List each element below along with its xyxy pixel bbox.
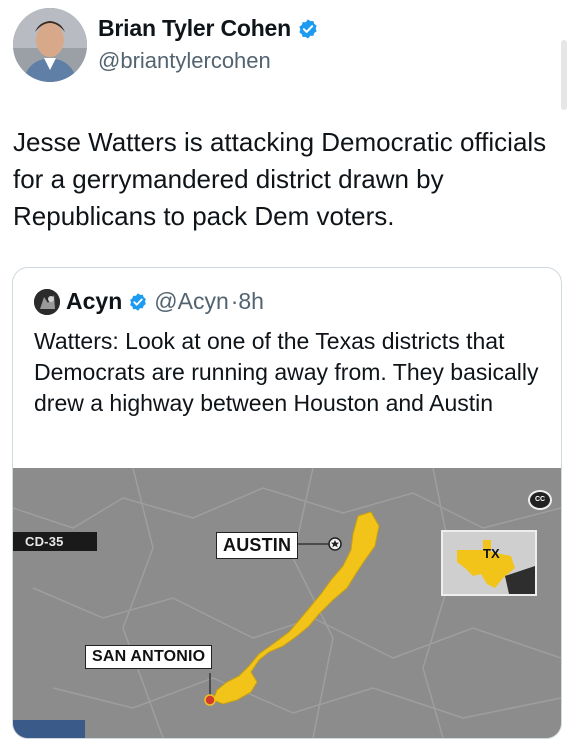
austin-label: AUSTIN <box>216 532 299 559</box>
closed-captions-button[interactable]: CC <box>528 490 552 510</box>
acyn-avatar-icon <box>34 288 60 315</box>
quoted-tweet-header: Acyn @Acyn ·8h <box>34 288 264 315</box>
san-antonio-label: SAN ANTONIO <box>85 645 213 669</box>
texas-inset-map: TX <box>441 530 537 596</box>
quoted-tweet-card[interactable]: Acyn @Acyn ·8h Watters: Look at one of th… <box>12 267 562 739</box>
district-map <box>13 468 561 738</box>
avatar-image <box>13 8 87 82</box>
author-avatar[interactable] <box>13 8 87 82</box>
quoted-tweet-time[interactable]: ·8h <box>231 288 264 315</box>
quoted-author-avatar[interactable] <box>34 288 60 315</box>
tweet-text: Jesse Watters is attacking Democratic of… <box>13 127 547 231</box>
quoted-tweet-text: Watters: Look at one of the Texas distri… <box>34 328 539 416</box>
inset-state-label: TX <box>483 546 500 561</box>
verified-badge-icon <box>130 292 147 311</box>
texas-outline-icon <box>443 532 535 594</box>
author-name-row[interactable]: Brian Tyler Cohen <box>98 15 319 42</box>
video-media[interactable] <box>13 468 561 738</box>
author-handle[interactable]: @briantylercohen <box>98 48 271 74</box>
quoted-author-name[interactable]: Acyn <box>66 288 122 315</box>
scrollbar[interactable] <box>561 40 567 110</box>
quoted-author-handle[interactable]: @Acyn <box>154 288 228 315</box>
author-name[interactable]: Brian Tyler Cohen <box>98 15 291 42</box>
district-label: CD-35 <box>13 532 97 551</box>
verified-badge-icon <box>299 18 317 39</box>
